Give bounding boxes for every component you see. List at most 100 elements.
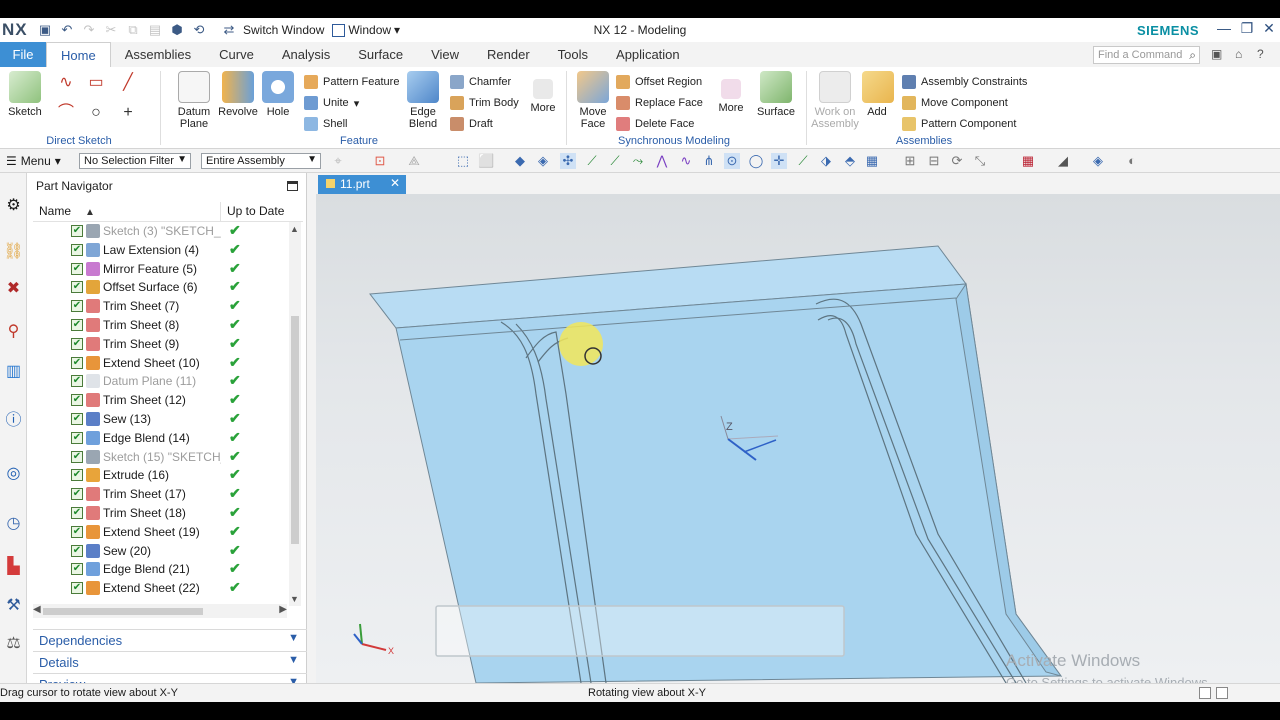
visibility-checkbox[interactable]: ✔: [71, 300, 83, 313]
circle-icon[interactable]: ○: [86, 103, 106, 123]
tab-file[interactable]: File: [0, 42, 46, 67]
tree-row[interactable]: ✔ Mirror Feature (5) ✔: [33, 260, 295, 279]
add-component-button[interactable]: Add: [862, 71, 894, 118]
delete-face-button[interactable]: Delete Face: [616, 115, 694, 133]
tab-assemblies[interactable]: Assemblies: [111, 42, 205, 67]
edge-blend-button[interactable]: Edge Blend: [402, 71, 444, 130]
surface-button[interactable]: Surface: [756, 71, 796, 118]
shaded-icon[interactable]: ◈: [1090, 153, 1106, 169]
visibility-checkbox[interactable]: ✔: [71, 281, 83, 294]
visibility-checkbox[interactable]: ✔: [71, 375, 83, 388]
orient-view-icon[interactable]: ▦: [1020, 153, 1036, 169]
dependencies-section[interactable]: Dependencies ▼: [33, 629, 307, 650]
name-column-header[interactable]: Name ▲: [33, 202, 221, 221]
face-select-icon[interactable]: ◈: [535, 153, 551, 169]
tree-row[interactable]: ✔ Trim Sheet (8) ✔: [33, 316, 295, 335]
trim-body-button[interactable]: Trim Body: [450, 94, 519, 112]
pan-icon[interactable]: ⤡: [972, 153, 988, 169]
select-filter-icon[interactable]: ⟁: [406, 153, 422, 169]
point-icon[interactable]: +: [118, 103, 138, 123]
chamfer-button[interactable]: Chamfer: [450, 73, 511, 91]
tree-row[interactable]: ✔ Datum Plane (11) ✔: [33, 372, 295, 391]
rotate-view-icon[interactable]: ⟳: [949, 153, 965, 169]
find-command-input[interactable]: Find a Command ⌕: [1093, 46, 1200, 64]
pattern-component-button[interactable]: Pattern Component: [902, 115, 1016, 133]
process-studio-icon[interactable]: ▙: [3, 556, 24, 577]
status-toggle-icon[interactable]: [1199, 687, 1211, 699]
undo-icon[interactable]: ↶: [59, 22, 75, 38]
maximize-panel-icon[interactable]: [287, 181, 298, 191]
visibility-checkbox[interactable]: ✔: [71, 525, 83, 538]
tab-surface[interactable]: Surface: [344, 42, 417, 67]
visibility-checkbox[interactable]: ✔: [71, 394, 83, 407]
scroll-up-icon[interactable]: ▲: [290, 224, 299, 234]
sync-more-button[interactable]: More: [714, 71, 748, 114]
tab-tools[interactable]: Tools: [544, 42, 602, 67]
solid-select-icon[interactable]: ◆: [512, 153, 528, 169]
tree-row[interactable]: ✔ Edge Blend (14) ✔: [33, 429, 295, 448]
shell-button[interactable]: Shell: [304, 115, 347, 133]
document-tab[interactable]: 11.prt ✕: [318, 175, 406, 194]
selection-scope-select[interactable]: Entire Assembly ▼: [201, 153, 321, 169]
tab-render[interactable]: Render: [473, 42, 544, 67]
fit-view-icon[interactable]: ⊞: [902, 153, 918, 169]
help-dropdown-icon[interactable]: ⌂: [1235, 47, 1242, 61]
feature-more-button[interactable]: More: [526, 71, 560, 114]
visibility-checkbox[interactable]: ✔: [71, 582, 83, 595]
profile-icon[interactable]: ∿: [56, 73, 76, 93]
repeat-command-icon[interactable]: ⬢: [169, 22, 185, 38]
arc-icon[interactable]: ⌒: [56, 103, 76, 123]
selection-filter-select[interactable]: No Selection Filter ▼: [79, 153, 191, 169]
rectangle-select-icon[interactable]: ⬜: [478, 153, 494, 169]
visibility-checkbox[interactable]: ✔: [71, 356, 83, 369]
tree-row[interactable]: ✔ Sketch (15) "SKETCH_... ✔: [33, 448, 295, 467]
up-to-date-column-header[interactable]: Up to Date: [221, 202, 290, 221]
rectangle-icon[interactable]: ▭: [86, 73, 106, 93]
constraint-navigator-icon[interactable]: ✖: [3, 278, 24, 299]
save-icon[interactable]: ▣: [37, 22, 53, 38]
tree-row[interactable]: ✔ Trim Sheet (12) ✔: [33, 391, 295, 410]
copy-icon[interactable]: ⧉: [125, 22, 141, 38]
tree-row[interactable]: ✔ Trim Sheet (17) ✔: [33, 485, 295, 504]
arc-center-icon[interactable]: ∿: [678, 153, 694, 169]
quadrant-point-icon[interactable]: ⋔: [701, 153, 717, 169]
snap-point-icon[interactable]: ✣: [560, 153, 576, 169]
revolve-button[interactable]: Revolve: [218, 71, 258, 118]
display-mode-icon[interactable]: ◢: [1055, 153, 1071, 169]
preview-section[interactable]: Preview▼: [33, 673, 307, 692]
gear-icon[interactable]: ⚙: [3, 195, 24, 216]
history-icon[interactable]: ◎: [3, 463, 24, 484]
menu-button[interactable]: ☰ Menu ▾: [6, 154, 61, 168]
visibility-checkbox[interactable]: ✔: [71, 506, 83, 519]
draft-button[interactable]: Draft: [450, 115, 493, 133]
datum-plane-button[interactable]: Datum Plane: [172, 71, 216, 130]
pattern-feature-button[interactable]: Pattern Feature: [304, 73, 399, 91]
scroll-thumb[interactable]: [291, 316, 299, 544]
visibility-checkbox[interactable]: ✔: [71, 412, 83, 425]
tree-row[interactable]: ✔ Sew (20) ✔: [33, 542, 295, 561]
move-component-button[interactable]: Move Component: [902, 94, 1008, 112]
manufacturing-wizards-icon[interactable]: ⚖: [3, 633, 24, 654]
ribbon-options-icon[interactable]: ▣: [1211, 47, 1222, 61]
hole-button[interactable]: Hole: [260, 71, 296, 118]
edit-section-icon[interactable]: ◐: [1124, 153, 1140, 169]
close-icon[interactable]: ✕: [1259, 20, 1279, 37]
visibility-checkbox[interactable]: ✔: [71, 563, 83, 576]
tree-row[interactable]: ✔ Extend Sheet (19) ✔: [33, 523, 295, 542]
assembly-navigator-icon[interactable]: ⛓: [3, 241, 24, 262]
roles-icon[interactable]: ⚒: [3, 595, 24, 616]
bounded-grid-icon[interactable]: ⟋: [795, 153, 811, 169]
offset-region-button[interactable]: Offset Region: [616, 73, 702, 91]
tree-row[interactable]: ✔ Extrude (16) ✔: [33, 466, 295, 485]
visibility-checkbox[interactable]: ✔: [71, 488, 83, 501]
select-feature-icon[interactable]: ⊡: [372, 153, 388, 169]
visibility-checkbox[interactable]: ✔: [71, 544, 83, 557]
work-on-assembly-button[interactable]: Work on Assembly: [810, 71, 860, 130]
view-orient-icon[interactable]: ⬗: [818, 153, 834, 169]
tree-row[interactable]: ✔ Trim Sheet (9) ✔: [33, 335, 295, 354]
snap-icon[interactable]: ⌖: [330, 153, 346, 169]
vertical-scrollbar[interactable]: ▲ ▼: [289, 222, 301, 606]
scroll-left-icon[interactable]: ◀: [33, 604, 41, 615]
tree-row[interactable]: ✔ Sew (13) ✔: [33, 410, 295, 429]
tree-row[interactable]: ✔ Sketch (3) "SKETCH_0... ✔: [33, 222, 295, 241]
